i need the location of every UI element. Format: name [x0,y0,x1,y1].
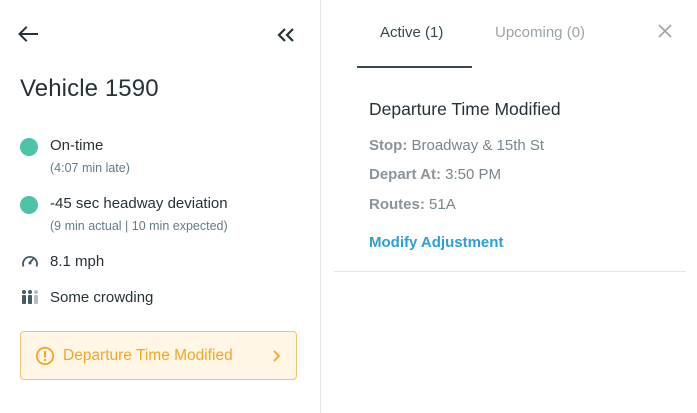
alert-label: Departure Time Modified [63,346,233,364]
tab-upcoming[interactable]: Upcoming (0) [495,24,585,41]
adjustments-panel: Active (1) Upcoming (0) Departure Time M… [322,0,697,413]
depart-detail: Depart At: 3:50 PM [369,166,501,183]
arrow-left-icon [18,26,38,42]
routes-detail: Routes: 51A [369,196,456,213]
routes-value: 51A [429,196,456,213]
crowding-row: Some crowding [20,288,153,306]
active-tab-indicator [357,66,472,68]
status-dot-icon [20,138,38,156]
depart-label: Depart At: [369,166,441,183]
close-icon[interactable] [656,22,674,40]
speed-value: 8.1 mph [50,252,105,270]
on-time-status: On-time (4:07 min late) [20,137,130,175]
people-icon [20,288,40,306]
vehicle-detail-panel: Vehicle 1590 On-time (4:07 min late) -45… [0,0,321,413]
tab-active[interactable]: Active (1) [380,24,443,41]
chevron-right-icon [273,350,281,362]
vehicle-title: Vehicle 1590 [20,75,159,102]
headway-status: -45 sec headway deviation (9 min actual … [20,195,228,233]
adjustment-title: Departure Time Modified [369,99,561,119]
routes-label: Routes: [369,196,425,213]
collapse-panel-button[interactable] [272,22,300,48]
on-time-label: On-time [50,137,104,154]
stop-detail: Stop: Broadway & 15th St [369,137,544,154]
speed-row: 8.1 mph [20,252,104,270]
crowding-value: Some crowding [50,288,154,306]
stop-value: Broadway & 15th St [411,137,545,154]
on-time-detail: (4:07 min late) [50,161,130,175]
warning-circle-icon [35,346,55,366]
double-chevron-left-icon [277,28,294,42]
headway-label: -45 sec headway deviation [50,195,228,212]
departure-modified-alert-button[interactable]: Departure Time Modified [20,331,297,380]
back-button[interactable] [14,20,42,48]
modify-adjustment-link[interactable]: Modify Adjustment [369,234,503,251]
speedometer-icon [20,252,40,270]
headway-detail: (9 min actual | 10 min expected) [50,219,228,233]
stop-label: Stop: [369,137,408,154]
divider [334,271,686,272]
status-dot-icon [20,196,38,214]
depart-value: 3:50 PM [445,166,501,183]
